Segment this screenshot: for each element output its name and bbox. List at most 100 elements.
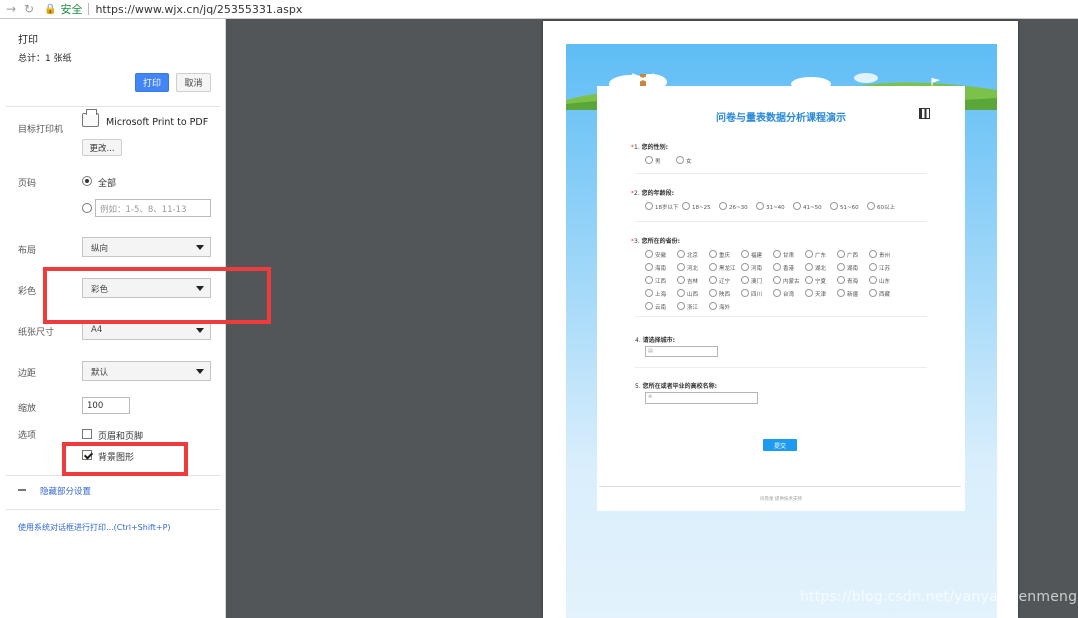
- divider: [635, 173, 927, 174]
- option-radio[interactable]: 广东: [805, 250, 826, 259]
- scale-input[interactable]: 100: [82, 397, 130, 414]
- option-radio[interactable]: 天津: [805, 289, 826, 298]
- option-radio[interactable]: 海南: [645, 263, 666, 272]
- option-radio[interactable]: 福建: [741, 250, 762, 259]
- option-radio[interactable]: 云南: [645, 302, 666, 311]
- divider: [599, 486, 961, 487]
- question-text: 您的性别:: [641, 144, 669, 151]
- address-bar: → ↻ 🔒 安全 https://www.wjx.cn/jq/25355331.…: [0, 0, 1078, 19]
- pages-all-radio[interactable]: [82, 176, 92, 186]
- question-number: 2.: [634, 190, 640, 197]
- divider: [6, 106, 220, 107]
- question-text: 您所在或者毕业的高校名称:: [642, 383, 718, 390]
- pages-custom-radio[interactable]: [82, 203, 92, 213]
- option-radio[interactable]: 河北: [677, 263, 698, 272]
- pages-all-label: 全部: [98, 179, 117, 189]
- option-radio[interactable]: 宁夏: [805, 276, 826, 285]
- question-number: 5.: [635, 383, 641, 390]
- option-radio[interactable]: 26~30: [719, 202, 748, 211]
- pages-label: 页码: [18, 179, 37, 189]
- question-number: 1.: [634, 144, 640, 151]
- option-radio[interactable]: 安徽: [645, 250, 666, 259]
- divider: [635, 221, 927, 222]
- option-radio[interactable]: 上海: [645, 289, 666, 298]
- option-radio[interactable]: 甘肃: [773, 250, 794, 259]
- survey-title: 问卷与量表数据分析课程演示: [716, 113, 846, 124]
- option-radio[interactable]: 女: [676, 156, 692, 165]
- option-radio[interactable]: 辽宁: [709, 276, 730, 285]
- option-radio[interactable]: 18岁以下: [645, 202, 679, 211]
- submit-button[interactable]: 提交: [763, 439, 797, 451]
- forward-icon[interactable]: →: [4, 2, 18, 16]
- question-number: 4.: [635, 337, 641, 344]
- option-radio[interactable]: 男: [645, 156, 661, 165]
- divider: [88, 3, 90, 15]
- headers-footers-checkbox[interactable]: [82, 429, 92, 439]
- option-radio[interactable]: 香港: [773, 263, 794, 272]
- school-textbox[interactable]: ⊜: [645, 392, 758, 404]
- url-text[interactable]: https://www.wjx.cn/jq/25355331.aspx: [95, 3, 302, 16]
- background-highlight-box: [62, 442, 188, 476]
- color-label: 彩色: [18, 287, 37, 297]
- margins-select[interactable]: 默认: [82, 361, 211, 381]
- layout-label: 布局: [18, 246, 37, 256]
- collapse-icon[interactable]: [18, 489, 26, 491]
- option-radio[interactable]: 内蒙古: [773, 276, 800, 285]
- option-radio[interactable]: 江西: [645, 276, 666, 285]
- option-radio[interactable]: 18~25: [682, 202, 711, 211]
- qr-code-icon[interactable]: [919, 108, 930, 119]
- panel-title: 打印: [18, 35, 38, 46]
- option-radio[interactable]: 台湾: [773, 289, 794, 298]
- option-radio[interactable]: 60以上: [867, 202, 895, 211]
- watermark-text: https://blog.csdn.net/yanyanwenmeng: [800, 589, 1078, 605]
- question-4: 4. 请选择城市:: [635, 335, 675, 344]
- question-5: 5. 您所在或者毕业的高校名称:: [635, 381, 717, 390]
- option-radio[interactable]: 山西: [677, 289, 698, 298]
- option-radio[interactable]: 新疆: [837, 289, 858, 298]
- change-printer-button[interactable]: 更改...: [82, 139, 122, 156]
- option-radio[interactable]: 西藏: [869, 289, 890, 298]
- option-radio[interactable]: 31~40: [756, 202, 785, 211]
- option-radio[interactable]: 澳门: [741, 276, 762, 285]
- option-radio[interactable]: 51~60: [830, 202, 859, 211]
- layout-select[interactable]: 纵向: [82, 237, 211, 257]
- sheet-total: 总计：1 张纸: [18, 54, 72, 64]
- pages-input[interactable]: 例如：1-5、8、11-13: [95, 199, 211, 217]
- option-radio[interactable]: 重庆: [709, 250, 730, 259]
- option-radio[interactable]: 湖北: [805, 263, 826, 272]
- city-textbox[interactable]: ▤: [645, 346, 718, 357]
- printer-name: Microsoft Print to PDF: [106, 117, 209, 128]
- secure-label: 安全: [60, 3, 83, 16]
- option-radio[interactable]: 陕西: [709, 289, 730, 298]
- question-1: *1. 您的性别:: [631, 142, 668, 151]
- option-radio[interactable]: 北京: [677, 250, 698, 259]
- color-highlight-box: [43, 267, 271, 324]
- printer-icon: [82, 109, 99, 127]
- option-radio[interactable]: 吉林: [677, 276, 698, 285]
- survey-background: 问卷与量表数据分析课程演示 *1. 您的性别: 男 女 *2. 您的年龄段: 18…: [566, 44, 997, 618]
- option-radio[interactable]: 贵州: [869, 250, 890, 259]
- option-radio[interactable]: 海外: [709, 302, 730, 311]
- divider: [6, 509, 220, 510]
- option-radio[interactable]: 河南: [741, 263, 762, 272]
- question-2: *2. 您的年龄段:: [631, 188, 674, 197]
- option-radio[interactable]: 浙江: [677, 302, 698, 311]
- print-button[interactable]: 打印: [135, 73, 169, 92]
- question-number: 3.: [634, 238, 640, 245]
- option-radio[interactable]: 山东: [869, 276, 890, 285]
- divider: [635, 367, 927, 368]
- option-radio[interactable]: 广西: [837, 250, 858, 259]
- survey-footer: 问卷星 提供技术支持: [760, 497, 802, 502]
- system-dialog-link[interactable]: 使用系统对话框进行打印...(Ctrl+Shift+P): [18, 522, 171, 533]
- option-radio[interactable]: 湖南: [837, 263, 858, 272]
- option-radio[interactable]: 黑龙江: [709, 263, 736, 272]
- hide-settings-link[interactable]: 隐藏部分设置: [40, 485, 91, 497]
- option-radio[interactable]: 青海: [837, 276, 858, 285]
- cancel-button[interactable]: 取消: [176, 73, 211, 92]
- divider: [635, 316, 927, 317]
- option-radio[interactable]: 江苏: [869, 263, 890, 272]
- reload-icon[interactable]: ↻: [22, 2, 36, 16]
- option-radio[interactable]: 四川: [741, 289, 762, 298]
- scale-label: 缩放: [18, 404, 37, 414]
- option-radio[interactable]: 41~50: [793, 202, 822, 211]
